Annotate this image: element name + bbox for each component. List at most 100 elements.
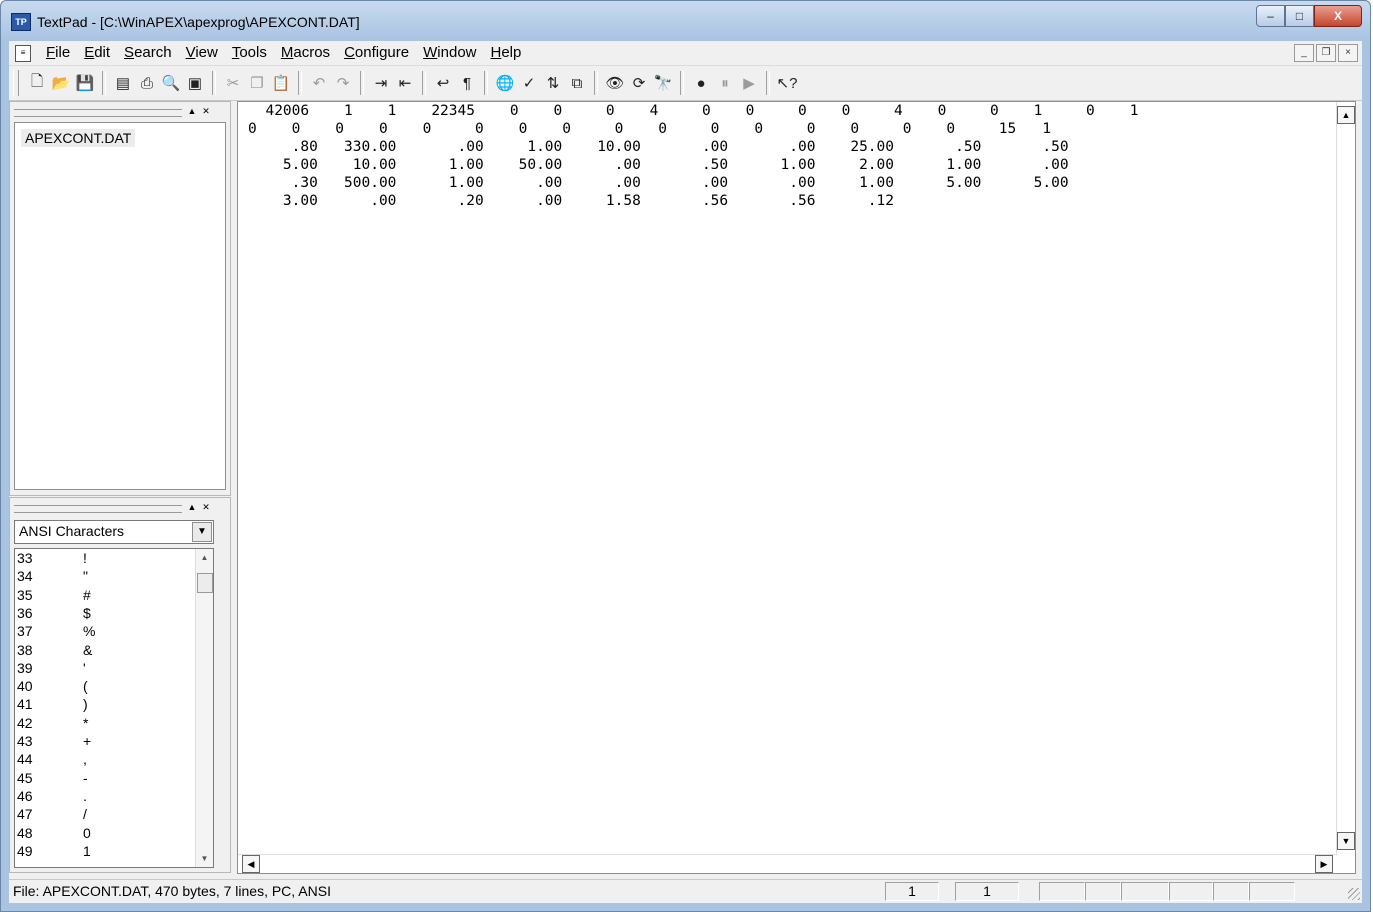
menu-configure[interactable]: Configure [337,44,416,61]
maximize-button[interactable]: □ [1285,5,1314,27]
status-cell [1213,882,1249,901]
document-panel-header[interactable]: ▲ ✕ [14,106,224,118]
print-icon[interactable]: ⎙ [136,72,158,94]
close-button[interactable]: X [1314,5,1362,27]
scroll-down-icon[interactable]: ▼ [1337,832,1355,850]
record-macro-icon[interactable]: ● [690,72,712,94]
document-close-button[interactable]: × [1338,44,1358,62]
scroll-left-icon[interactable]: ◀ [242,855,260,873]
char-list-item[interactable]: 42 * [17,714,88,732]
menu-tools[interactable]: Tools [225,44,274,61]
undo-icon[interactable]: ↶ [308,72,330,94]
redo-icon[interactable]: ↷ [332,72,354,94]
unindent-icon[interactable]: ⇤ [394,72,416,94]
menu-file[interactable]: File [39,44,77,61]
char-list-item[interactable]: 45 - [17,769,88,787]
document-text[interactable]: 42006 1 1 22345 0 0 0 4 0 0 0 0 4 0 0 1 … [248,102,1138,210]
print-preview-icon[interactable]: 🔍 [160,72,182,94]
scroll-right-icon[interactable]: ▶ [1315,855,1333,873]
scroll-up-icon[interactable]: ▲ [196,549,213,566]
chevron-down-icon[interactable]: ▼ [192,522,212,542]
play-macro-icon[interactable]: ▶ [738,72,760,94]
menu-view[interactable]: View [179,44,225,61]
word-wrap-icon[interactable]: ↩ [432,72,454,94]
menu-help[interactable]: Help [484,44,529,61]
document-system-menu-icon[interactable]: ≡ [15,45,31,62]
editor-line[interactable]: .30 500.00 1.00 .00 .00 .00 .00 1.00 5.0… [248,174,1138,192]
menu-edit[interactable]: Edit [77,44,117,61]
char-list-item[interactable]: 35 # [17,586,91,604]
char-list-item[interactable]: 36 $ [17,604,91,622]
internet-globe-icon[interactable]: 🌐 [494,72,516,94]
char-list-item[interactable]: 33! [17,549,87,567]
char-list-item[interactable]: 40 ( [17,677,88,695]
scroll-up-icon[interactable]: ▲ [1337,106,1355,124]
save-icon[interactable]: 💾 [74,72,96,94]
editor-line[interactable]: 3.00 .00 .20 .00 1.58 .56 .56 .12 [248,192,1138,210]
char-list-item[interactable]: 38 & [17,641,92,659]
document-minimize-button[interactable]: _ [1294,44,1314,62]
paste-icon[interactable]: 📋 [270,72,292,94]
cut-icon[interactable]: ✂ [222,72,244,94]
pause-macro-icon[interactable]: ⏸ [714,72,736,94]
char-list-item[interactable]: 34 " [17,567,88,585]
editor-line[interactable]: 42006 1 1 22345 0 0 0 4 0 0 0 0 4 0 0 1 … [248,102,1138,120]
panel-close-icon[interactable]: ✕ [200,106,212,117]
char-glyph: $ [83,604,91,621]
clip-panel-header[interactable]: ▲ ✕ [14,502,224,514]
char-list-item[interactable]: 43 + [17,732,91,750]
menu-macros[interactable]: Macros [274,44,337,61]
save-all-icon[interactable]: ▤ [112,72,134,94]
open-icon[interactable]: 📂 [50,72,72,94]
status-cell [1039,882,1085,901]
char-list-item[interactable]: 41) [17,695,88,713]
find-in-files-icon[interactable]: 👁 [604,72,626,94]
indent-icon[interactable]: ⇥ [370,72,392,94]
char-list-item[interactable]: 46. [17,787,87,805]
status-line-number: 1 [885,882,939,901]
clip-library-select[interactable]: ANSI Characters ▼ [14,520,214,544]
ansi-character-list[interactable]: 49 1 48 0 47/46. 45-44, 43 +42 * 41) 40(39 ' 38 & 37% 3… [14,548,214,868]
resize-grip-icon[interactable] [1348,888,1360,900]
menu-window[interactable]: Window [416,44,483,61]
panel-maximize-icon[interactable]: ▲ [186,502,198,513]
char-list-item[interactable]: 37% [17,622,95,640]
compare-files-icon[interactable]: ⧉ [566,72,588,94]
find-icon[interactable]: 🔭 [652,72,674,94]
editor-line[interactable]: .80 330.00 .00 1.00 10.00 .00 .00 25.00 … [248,138,1138,156]
panel-grip[interactable] [14,109,182,117]
new-file-icon[interactable]: 🗋 [26,72,48,94]
editor-line[interactable]: 5.00 10.00 1.00 50.00 .00 .50 1.00 2.00 … [248,156,1138,174]
char-list-item[interactable]: 39 ' [17,659,86,677]
editor-line[interactable]: 0 0 0 0 0 0 0 0 0 0 0 0 0 0 0 0 15 1 [248,120,1138,138]
panel-grip[interactable] [14,505,182,513]
char-list-item[interactable]: 49 1 [17,842,91,860]
title-bar[interactable]: TP TextPad - [C:\WinAPEX\apexprog\APEXCO… [1,1,1370,41]
toolbar-grip[interactable] [13,70,19,96]
editor-area[interactable]: 42006 1 1 22345 0 0 0 4 0 0 0 0 4 0 0 1 … [237,101,1356,874]
char-list-scrollbar[interactable]: ▲ ▼ [195,549,213,867]
copy-icon[interactable]: ❐ [246,72,268,94]
editor-horizontal-scrollbar[interactable]: ◀ ▶ [238,854,1337,873]
editor-vertical-scrollbar[interactable]: ▲ ▼ [1336,102,1355,854]
view-document-icon[interactable]: ▣ [184,72,206,94]
show-visible-spaces-icon[interactable]: ¶ [456,72,478,94]
textpad-app-icon[interactable]: TP [11,13,31,31]
char-list-item[interactable]: 48 0 [17,824,91,842]
menu-search[interactable]: Search [117,44,179,61]
document-restore-button[interactable]: ❐ [1316,44,1336,62]
spelling-check-icon[interactable]: ✓ [518,72,540,94]
document-list-item[interactable]: APEXCONT.DAT [21,129,136,147]
context-help-icon[interactable]: ↖? [776,72,798,94]
panel-close-icon[interactable]: ✕ [200,502,212,513]
replace-icon[interactable]: ⟳ [628,72,650,94]
status-bar: File: APEXCONT.DAT, 470 bytes, 7 lines, … [9,879,1362,902]
sort-icon[interactable]: ⇅ [542,72,564,94]
char-code: 37 [17,623,33,640]
char-list-item[interactable]: 47 / [17,805,87,823]
scroll-down-icon[interactable]: ▼ [196,850,213,867]
minimize-button[interactable]: – [1256,5,1285,27]
char-list-item[interactable]: 44, [17,750,87,768]
scrollbar-thumb[interactable] [197,573,213,593]
panel-maximize-icon[interactable]: ▲ [186,106,198,117]
